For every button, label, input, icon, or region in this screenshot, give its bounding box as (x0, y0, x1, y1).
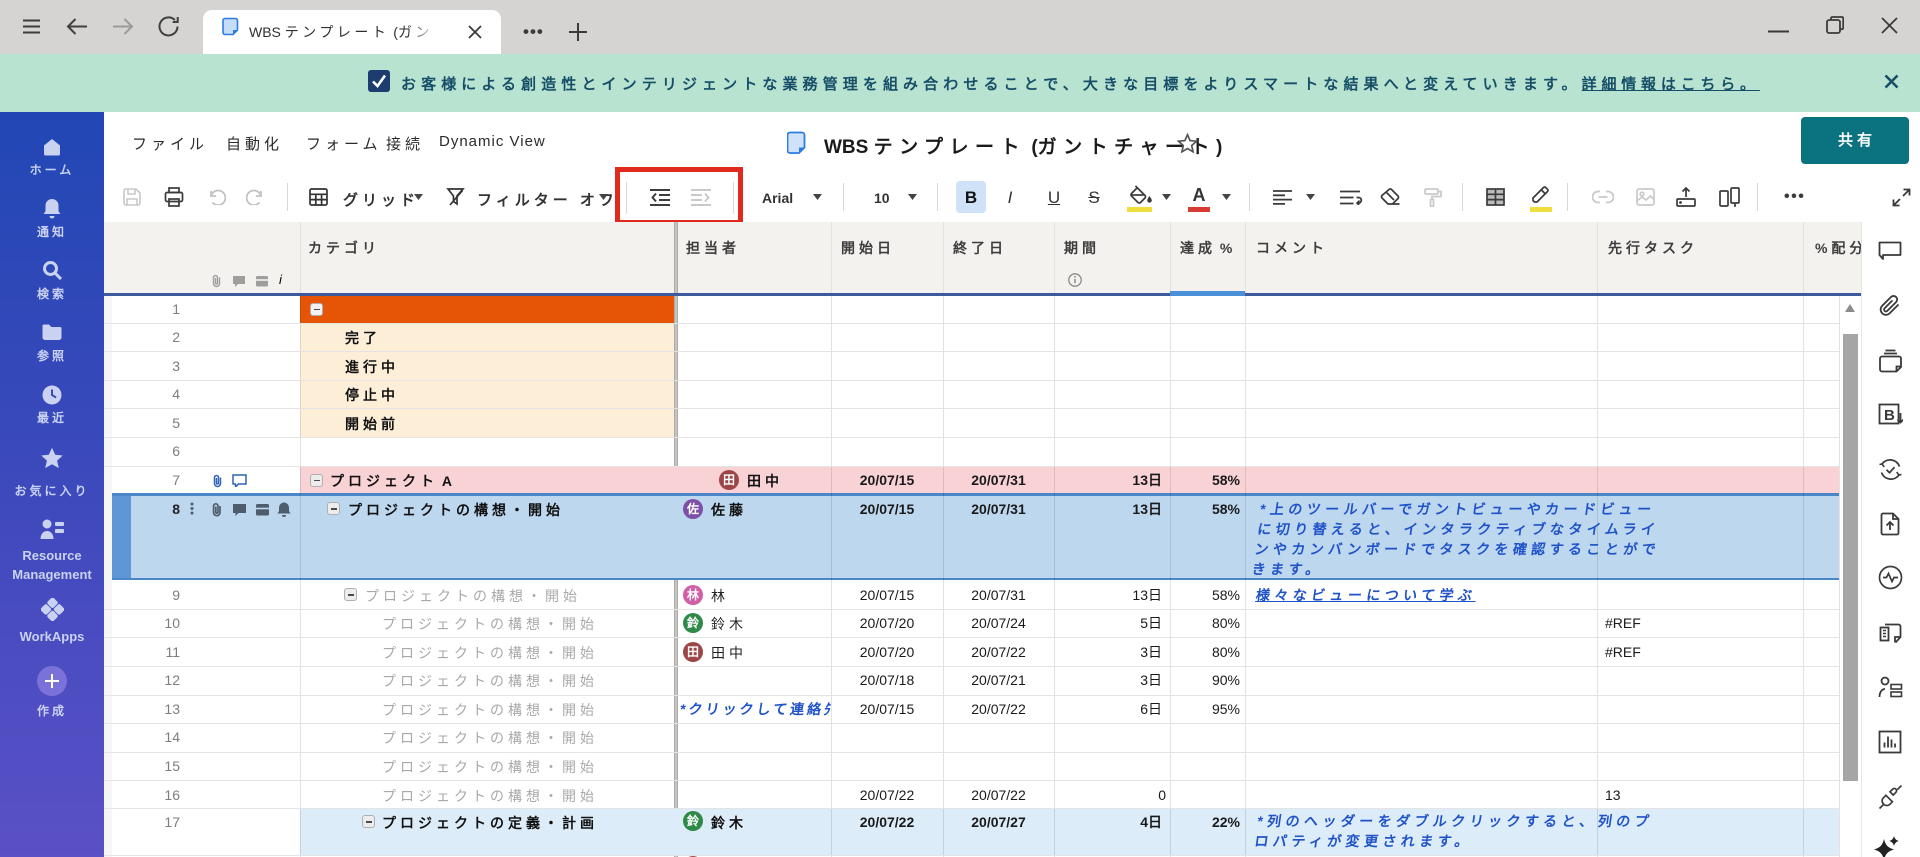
svg-text:B: B (1884, 407, 1895, 424)
